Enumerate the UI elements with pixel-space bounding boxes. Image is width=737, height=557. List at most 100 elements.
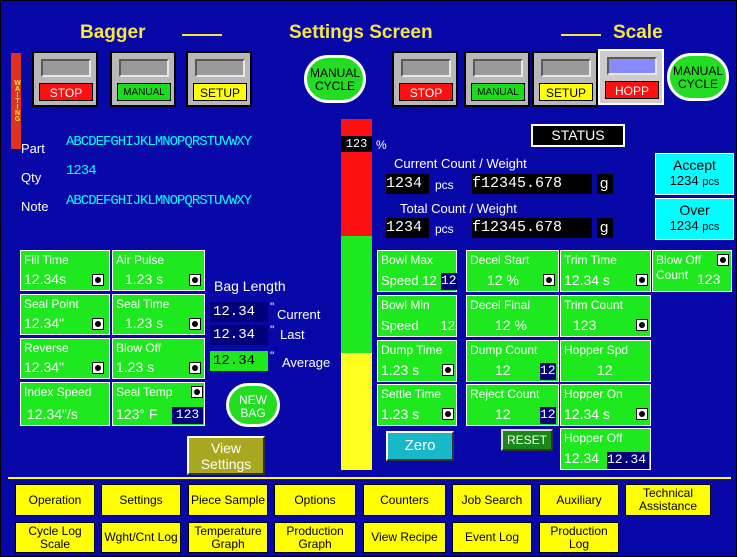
blow-off-value: 1.23 s	[116, 359, 155, 375]
nav-settings[interactable]: Settings	[101, 484, 181, 516]
scale-manual-cycle-button[interactable]: MANUAL CYCLE	[667, 53, 729, 101]
bagger-stop-button[interactable]: STOP	[39, 83, 93, 101]
nav-wght-cnt-log[interactable]: Wght/Cnt Log	[101, 522, 181, 553]
dump-time-setting[interactable]: Dump Time 1.23 s	[377, 340, 457, 382]
scale-stop-control[interactable]: STOP	[392, 51, 458, 107]
page-title: Settings Screen	[289, 22, 433, 43]
nav-operation[interactable]: Operation	[15, 484, 95, 516]
inch-mark: "	[270, 349, 275, 363]
bagger-stop-control[interactable]: STOP	[32, 51, 98, 107]
blow-off-count-sub: Count	[656, 268, 689, 282]
reset-button[interactable]: RESET	[501, 429, 553, 451]
nav-job-search[interactable]: Job Search	[452, 484, 532, 516]
dump-time-label: Dump Time	[381, 343, 443, 357]
adjust-knob-icon[interactable]	[442, 364, 454, 376]
seal-temp-setting[interactable]: Seal Temp 123° F 123	[112, 382, 205, 426]
accept-box[interactable]: Accept 1234 pcs	[655, 153, 734, 195]
bowl-min-sub: Speed	[381, 318, 419, 333]
adjust-knob-icon[interactable]	[189, 318, 201, 330]
nav-options[interactable]: Options	[274, 484, 356, 516]
adjust-knob-icon[interactable]	[92, 362, 104, 374]
adjust-knob-icon[interactable]	[191, 386, 203, 398]
bagger-setup-button[interactable]: SETUP	[193, 83, 247, 101]
decel-start-label: Decel Start	[470, 253, 530, 267]
zero-button[interactable]: Zero	[386, 431, 454, 461]
reverse-setting[interactable]: Reverse 12.34"	[20, 338, 110, 379]
new-bag-button[interactable]: NEW BAG	[226, 383, 280, 427]
scale-hopp-button[interactable]: HOPP	[605, 81, 659, 99]
bowl-max-setting[interactable]: Bowl Max Speed 12 12	[377, 250, 457, 292]
bag-length-current-label: Current	[277, 307, 321, 322]
note-value[interactable]: ABCDEFGHIJKLMNOPQRSTUVWXY	[66, 193, 252, 209]
nav-counters[interactable]: Counters	[363, 484, 446, 516]
bagger-manual-control[interactable]: MANUAL	[110, 51, 176, 107]
adjust-knob-icon[interactable]	[717, 254, 729, 266]
over-unit: pcs	[702, 221, 720, 233]
inch-mark: "	[270, 323, 275, 337]
reject-count-setting[interactable]: Reject Count 12 12	[466, 384, 559, 426]
hopper-spd-setting[interactable]: Hopper Spd 12	[560, 340, 651, 382]
nav-production-graph[interactable]: Production Graph	[274, 522, 356, 553]
blow-off-count-value: 123	[697, 271, 721, 287]
over-box[interactable]: Over 1234 pcs	[655, 198, 734, 240]
settle-time-setting[interactable]: Settle Time 1.23 s	[377, 384, 457, 426]
seal-point-setting[interactable]: Seal Point 12.34"	[20, 294, 110, 335]
settle-time-value: 1.23 s	[381, 406, 420, 422]
qty-value[interactable]: 1234	[66, 163, 97, 179]
nav-view-recipe[interactable]: View Recipe	[363, 522, 446, 553]
hopper-on-setting[interactable]: Hopper On 12.34 s	[560, 384, 651, 426]
decel-start-setting[interactable]: Decel Start 12 %	[466, 250, 559, 292]
view-settings-button[interactable]: View Settings	[187, 436, 265, 475]
nav-piece-sample[interactable]: Piece Sample	[188, 484, 268, 516]
adjust-knob-icon[interactable]	[189, 362, 201, 374]
scale-hopp-control[interactable]: HOPP	[598, 49, 664, 105]
bowl-max-setpoint: 12	[441, 273, 457, 290]
bagger-setup-control[interactable]: SETUP	[186, 51, 252, 107]
adjust-knob-icon[interactable]	[636, 319, 648, 331]
nav-temperature-graph[interactable]: Temperature Graph	[188, 522, 268, 553]
nav-cycle-log-scale[interactable]: Cycle Log Scale	[15, 522, 95, 553]
scale-stop-button[interactable]: STOP	[399, 83, 453, 101]
adjust-knob-icon[interactable]	[189, 274, 201, 286]
scale-setup-control[interactable]: SETUP	[532, 51, 598, 107]
scale-manual-button[interactable]: MANUAL	[471, 83, 525, 101]
reject-count-setpoint: 12	[540, 407, 556, 424]
total-pcs: 1234	[386, 218, 429, 238]
bagger-manual-cycle-button[interactable]: MANUAL CYCLE	[304, 55, 366, 103]
air-pulse-setting[interactable]: Air Pulse 1.23 s	[112, 250, 205, 291]
blow-off-count-setting[interactable]: Blow Off Count 123	[652, 250, 732, 292]
adjust-knob-icon[interactable]	[636, 408, 648, 420]
bowl-min-setting[interactable]: Bowl Min Speed 12	[377, 295, 457, 337]
scale-manual-control[interactable]: MANUAL	[464, 51, 530, 107]
trim-count-setting[interactable]: Trim Count 123	[560, 295, 651, 337]
hopper-off-setting[interactable]: Hopper Off 12.34 12.34	[560, 428, 651, 470]
nav-technical-assistance[interactable]: Technical Assistance	[625, 484, 711, 516]
adjust-knob-icon[interactable]	[636, 274, 648, 286]
seal-temp-value: 123° F	[116, 406, 158, 422]
part-value[interactable]: ABCDEFGHIJKLMNOPQRSTUVWXY	[66, 134, 252, 150]
adjust-knob-icon[interactable]	[543, 274, 555, 286]
adjust-knob-icon[interactable]	[442, 408, 454, 420]
setup-indicator	[195, 59, 245, 77]
fill-time-setting[interactable]: Fill Time 12.34s	[20, 250, 110, 291]
nav-auxiliary[interactable]: Auxiliary	[539, 484, 619, 516]
nav-event-log[interactable]: Event Log	[452, 522, 532, 553]
progress-value: 123	[341, 136, 372, 152]
bowl-max-value: 12	[422, 273, 437, 288]
current-count-label: Current Count / Weight	[394, 156, 527, 171]
decel-final-setting[interactable]: Decel Final 12 %	[466, 295, 559, 337]
total-weight: f12345.678	[472, 218, 592, 238]
adjust-knob-icon[interactable]	[92, 274, 104, 286]
status-button[interactable]: STATUS	[531, 124, 625, 147]
nav-production-log[interactable]: Production Log	[539, 522, 619, 553]
scale-setup-button[interactable]: SETUP	[539, 83, 593, 101]
index-speed-setting[interactable]: Index Speed 12.34"/s	[20, 382, 110, 426]
fill-time-label: Fill Time	[24, 253, 69, 267]
dump-count-setting[interactable]: Dump Count 12 12	[466, 340, 559, 382]
blow-off-setting[interactable]: Blow Off 1.23 s	[112, 338, 205, 379]
seal-time-setting[interactable]: Seal Time 1.23 s	[112, 294, 205, 335]
bagger-manual-button[interactable]: MANUAL	[117, 83, 171, 101]
current-weight-unit: g	[597, 174, 613, 194]
adjust-knob-icon[interactable]	[92, 318, 104, 330]
trim-time-setting[interactable]: Trim Time 12.34 s	[560, 250, 651, 292]
